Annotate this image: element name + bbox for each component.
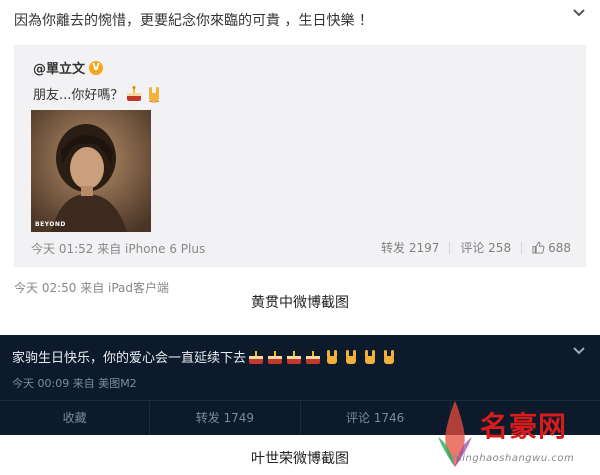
rock-hand-emoji-icon xyxy=(149,86,160,102)
divider xyxy=(521,241,523,254)
favorite-button[interactable]: 收藏 xyxy=(0,401,151,435)
comment-button[interactable]: 评论 1746 xyxy=(301,401,451,435)
repost-author-name[interactable]: @單立文 xyxy=(33,58,85,77)
rock-hand-emoji-icon xyxy=(384,349,395,364)
photo-brand-text: BEYOND xyxy=(35,221,66,228)
cake-emoji-icon xyxy=(287,350,302,364)
cake-emoji-icon xyxy=(127,85,142,101)
repost-meta: 今天 01:52 来自 iPhone 6 Plus xyxy=(31,242,206,256)
rock-hand-emoji-icon xyxy=(346,349,357,364)
repost-text: 朋友...你好嗎？ xyxy=(33,88,124,103)
comment-button[interactable]: 评论 258 xyxy=(460,239,511,256)
repost-actions: 转发 2197 评论 258 688 xyxy=(381,239,571,256)
portrait-image xyxy=(31,110,151,232)
repost-photo[interactable]: BEYOND xyxy=(31,110,151,232)
watermark: 名豪网 minghaoshangwu.com xyxy=(430,395,600,475)
like-button[interactable]: 688 xyxy=(532,241,571,255)
weibo-post-huang: 因為你離去的惋惜，更要紀念你來臨的可貴 ，生日快樂 ！ @單立文 V 朋友...… xyxy=(0,0,600,305)
rock-hand-emoji-icon xyxy=(365,349,376,364)
divider xyxy=(449,241,451,254)
rock-hand-emoji-icon xyxy=(327,349,338,364)
dark-post-text: 家驹生日快乐，你的爱心会一直延续下去 xyxy=(12,351,247,366)
cake-emoji-icon xyxy=(249,350,264,364)
chevron-down-icon[interactable] xyxy=(572,346,586,356)
caption-huang: 黄贯中微博截图 xyxy=(251,295,349,311)
dark-post-meta: 今天 00:09 来自 美图M2 xyxy=(12,377,137,390)
cake-emoji-icon xyxy=(268,350,283,364)
like-count: 688 xyxy=(548,240,571,255)
thumbs-up-icon xyxy=(532,241,545,254)
repost-card: @單立文 V 朋友...你好嗎？ BEYOND 今天 01:52 来自 iPho… xyxy=(14,45,586,267)
watermark-title: 名豪网 xyxy=(480,410,568,443)
cake-emoji-icon xyxy=(306,350,321,364)
post-text: 因為你離去的惋惜，更要紀念你來臨的可貴 ，生日快樂 ！ xyxy=(14,13,373,29)
verified-v-icon: V xyxy=(89,60,104,75)
watermark-domain: minghaoshangwu.com xyxy=(452,453,575,464)
forward-button[interactable]: 转发 2197 xyxy=(381,239,439,256)
forward-button[interactable]: 转发 1749 xyxy=(150,401,301,435)
chevron-down-icon[interactable] xyxy=(572,8,586,18)
